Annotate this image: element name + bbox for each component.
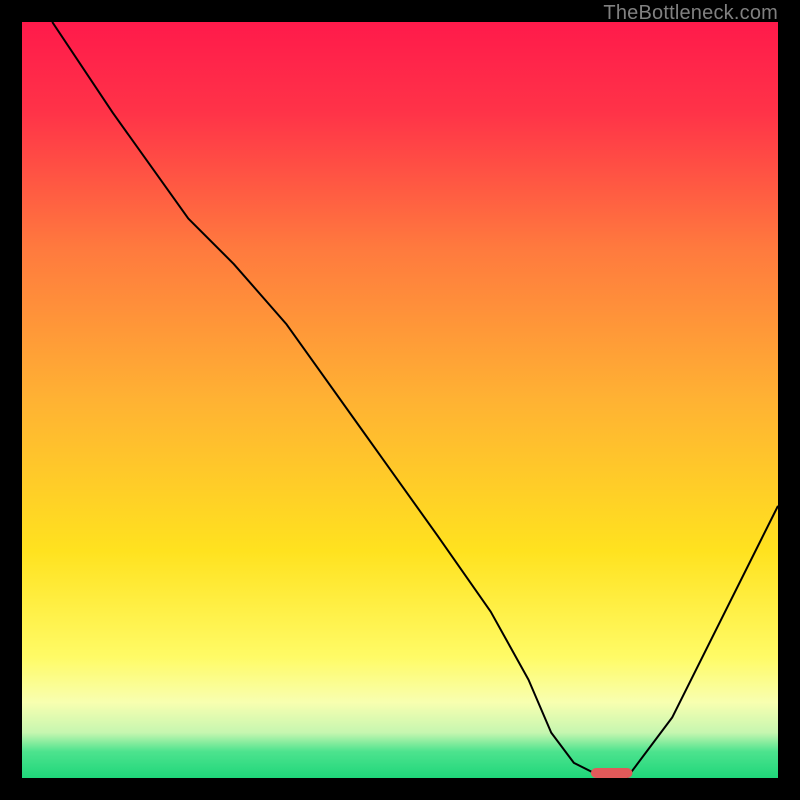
target-marker [591,768,633,778]
chart-background [22,22,778,778]
chart-frame: TheBottleneck.com [0,0,800,800]
bottleneck-chart [22,22,778,778]
